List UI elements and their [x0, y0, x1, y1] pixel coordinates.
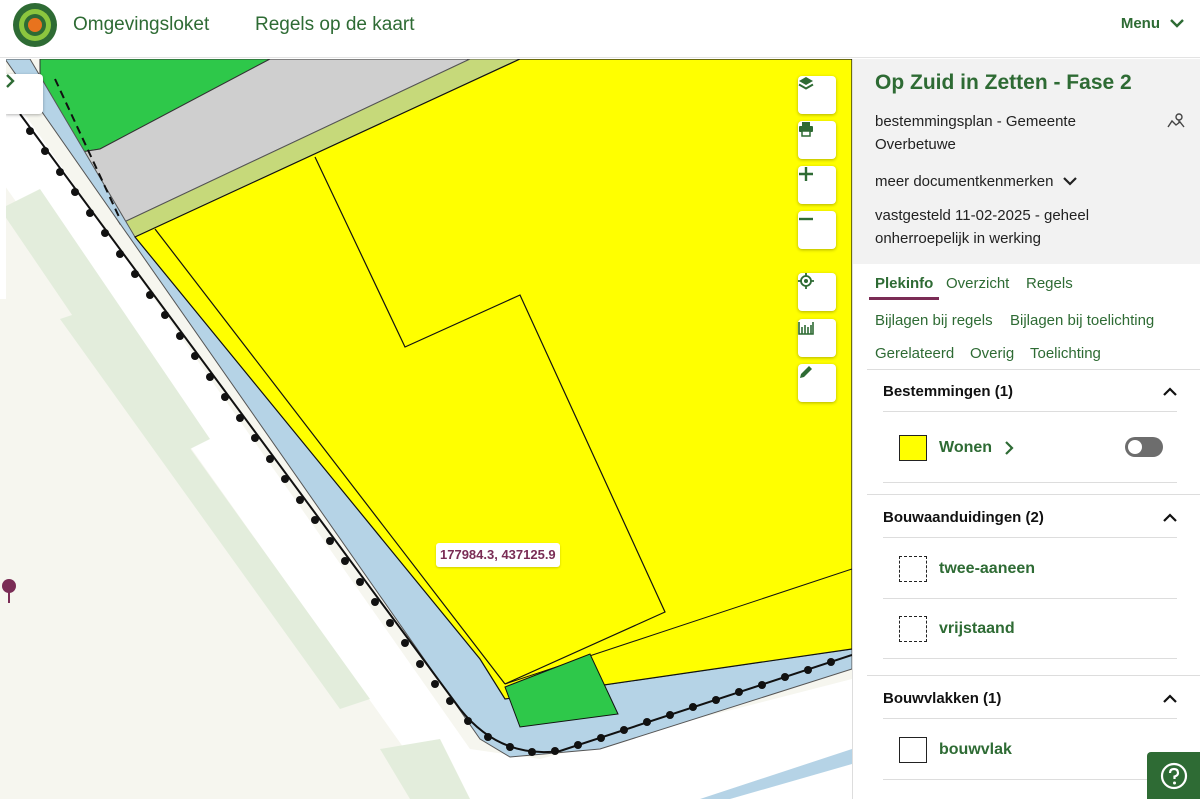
- item-label[interactable]: bouwvlak: [939, 741, 1012, 759]
- section-bouwaanduidingen-header[interactable]: Bouwaanduidingen (2): [883, 498, 1177, 538]
- pencil-icon: [800, 366, 812, 378]
- tab-overzicht[interactable]: Overzicht: [946, 275, 1009, 292]
- item-label[interactable]: twee-aaneen: [939, 560, 1035, 578]
- ruler-icon: [798, 322, 814, 335]
- chevron-down-icon: [1170, 19, 1184, 28]
- chevron-up-icon: [1163, 513, 1177, 522]
- tab-bijlagen-bij-regels[interactable]: Bijlagen bij regels: [875, 312, 993, 329]
- tab-gerelateerd[interactable]: Gerelateerd: [875, 345, 954, 362]
- status-line1: vastgesteld 11-02-2025 - geheel: [875, 207, 1090, 224]
- legend-swatch-yellow: [899, 434, 927, 461]
- section-divider: [867, 494, 1200, 495]
- print-button[interactable]: [798, 121, 836, 159]
- section-title: Bestemmingen (1): [883, 383, 1014, 400]
- list-item-wonen[interactable]: Wonen: [883, 413, 1177, 483]
- legend-swatch-dashed: [899, 555, 927, 582]
- legend-swatch-outline: [899, 736, 927, 763]
- visibility-toggle[interactable]: [1125, 437, 1163, 457]
- active-tab-indicator: [869, 297, 939, 300]
- meer-documentkenmerken-toggle[interactable]: meer documentkenmerken: [875, 173, 1078, 190]
- item-label[interactable]: Wonen: [939, 439, 992, 457]
- status-line2: onherroepelijk in werking: [875, 230, 1041, 247]
- chevron-right-icon: [6, 74, 15, 88]
- map-location-icon[interactable]: [1167, 112, 1185, 128]
- menu-button[interactable]: Menu: [1121, 15, 1184, 32]
- crosshair-icon: [798, 273, 814, 289]
- omgevingsloket-logo[interactable]: [12, 2, 58, 48]
- info-panel: Op Zuid in Zetten - Fase 2 bestemmingspl…: [852, 59, 1200, 799]
- tab-overig[interactable]: Overig: [970, 345, 1014, 362]
- list-item-vrijstaand[interactable]: vrijstaand: [883, 599, 1177, 659]
- tab-toelichting[interactable]: Toelichting: [1030, 345, 1101, 362]
- location-pin-icon: [2, 579, 16, 603]
- document-type-line2: Overbetuwe: [875, 136, 956, 153]
- locate-button[interactable]: [798, 273, 836, 311]
- item-label[interactable]: vrijstaand: [939, 620, 1015, 638]
- print-icon: [799, 122, 813, 137]
- section-bouwvlakken-header[interactable]: Bouwvlakken (1): [883, 679, 1177, 719]
- legend-swatch-dashed: [899, 615, 927, 642]
- section-divider: [867, 369, 1200, 370]
- map-canvas[interactable]: 177984.3, 437125.9: [0, 59, 852, 799]
- help-button[interactable]: [1147, 752, 1200, 799]
- list-item-bouwvlak[interactable]: bouwvlak: [883, 720, 1177, 780]
- chevron-down-icon: [1063, 177, 1078, 186]
- layers-button[interactable]: [798, 76, 836, 114]
- document-type: bestemmingsplan - Gemeente Overbetuwe: [875, 110, 1115, 156]
- left-edge-panel: [0, 59, 6, 299]
- document-title: Op Zuid in Zetten - Fase 2: [875, 71, 1132, 94]
- zoom-out-button[interactable]: [798, 211, 836, 249]
- section-divider: [867, 675, 1200, 676]
- section-title: Bouwvlakken (1): [883, 690, 1002, 707]
- section-bestemmingen-header[interactable]: Bestemmingen (1): [883, 372, 1177, 412]
- coordinate-label: 177984.3, 437125.9: [436, 543, 560, 567]
- plus-icon: [799, 167, 813, 181]
- list-item-twee-aaneen[interactable]: twee-aaneen: [883, 539, 1177, 599]
- section-title: Bouwaanduidingen (2): [883, 509, 1044, 526]
- draw-button[interactable]: [798, 364, 836, 402]
- help-icon: [1160, 762, 1187, 789]
- layers-icon: [798, 77, 814, 90]
- zoom-in-button[interactable]: [798, 166, 836, 204]
- tab-bijlagen-bij-toelichting[interactable]: Bijlagen bij toelichting: [1010, 312, 1154, 329]
- app-name-link[interactable]: Omgevingsloket: [73, 14, 209, 36]
- minus-icon: [799, 217, 813, 221]
- chevron-up-icon: [1163, 694, 1177, 703]
- meer-label: meer documentkenmerken: [875, 173, 1054, 190]
- document-header: Op Zuid in Zetten - Fase 2 bestemmingspl…: [853, 59, 1200, 264]
- chevron-right-icon[interactable]: [1004, 440, 1014, 455]
- measure-button[interactable]: [798, 319, 836, 357]
- tab-regels[interactable]: Regels: [1026, 275, 1073, 292]
- document-type-line1: bestemmingsplan - Gemeente: [875, 113, 1076, 130]
- menu-label: Menu: [1120, 15, 1160, 32]
- expand-panel-button[interactable]: [5, 74, 43, 114]
- document-status: vastgesteld 11-02-2025 - geheel onherroe…: [875, 204, 1175, 250]
- map-drawing: [0, 59, 852, 799]
- tab-plekinfo[interactable]: Plekinfo: [875, 275, 933, 292]
- chevron-up-icon: [1163, 387, 1177, 396]
- page-name: Regels op de kaart: [255, 14, 415, 35]
- top-header: Omgevingsloket Regels op de kaart Menu: [0, 0, 1200, 58]
